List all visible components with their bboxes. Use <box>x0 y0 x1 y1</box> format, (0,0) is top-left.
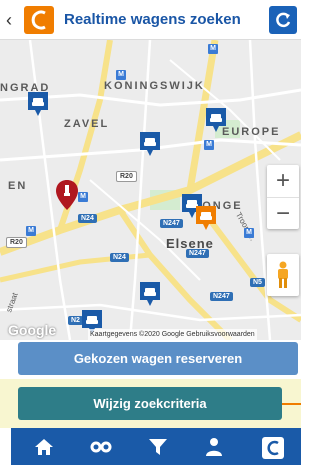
metro-icon: M <box>204 140 214 150</box>
pegman-icon <box>278 261 288 288</box>
logo-icon <box>262 437 284 459</box>
car-marker[interactable] <box>206 108 226 132</box>
zoom-in-button[interactable]: + <box>267 165 299 197</box>
user-icon <box>206 438 222 456</box>
pointer-line <box>282 403 301 405</box>
change-criteria-button[interactable]: Wijzig zoekcriteria <box>18 387 282 420</box>
refresh-icon <box>276 12 291 28</box>
metro-icon: M <box>116 70 126 80</box>
zoom-out-button[interactable]: − <box>267 197 299 229</box>
car-marker[interactable] <box>140 132 160 156</box>
map-view[interactable]: KONINGSWIJK NGRAD ZAVEL EUROPE EN M ONGE… <box>0 40 301 340</box>
filter-icon <box>149 439 167 455</box>
road-shield: R20 <box>6 237 27 248</box>
road-shield: N24 <box>110 253 129 262</box>
header: ‹ Realtime wagens zoeken <box>0 0 301 40</box>
nav-filter[interactable] <box>133 428 183 465</box>
nav-home[interactable] <box>19 428 69 465</box>
metro-icon: M <box>208 44 218 54</box>
map-attribution[interactable]: Kaartgegevens ©2020 Google Gebruiksvoorw… <box>88 329 257 340</box>
road-shield: R20 <box>116 171 137 182</box>
road-shield: N247 <box>210 292 233 301</box>
nav-wheels[interactable] <box>75 428 125 465</box>
map-label-zavel: ZAVEL <box>64 118 110 130</box>
back-button[interactable]: ‹ <box>0 0 58 40</box>
car-marker[interactable] <box>28 92 48 116</box>
location-pin-icon[interactable] <box>56 180 78 210</box>
map-label-europe: EUROPE <box>222 126 281 138</box>
map-label-koningswijk: KONINGSWIJK <box>104 80 205 92</box>
page-title: Realtime wagens zoeken <box>64 11 241 28</box>
reserve-car-button[interactable]: Gekozen wagen reserveren <box>18 342 298 375</box>
wheels-icon <box>90 441 112 453</box>
metro-icon: M <box>244 228 254 238</box>
street-view-button[interactable] <box>267 254 299 296</box>
bottom-nav <box>11 428 301 465</box>
road-shield: N5 <box>250 278 265 287</box>
chevron-left-icon: ‹ <box>6 10 12 30</box>
google-logo: Google <box>8 322 57 338</box>
map-label-en: EN <box>8 180 28 192</box>
car-marker-selected[interactable] <box>196 206 216 230</box>
nav-user[interactable] <box>189 428 239 465</box>
brand-logo-icon <box>24 6 54 34</box>
metro-icon: M <box>26 226 36 236</box>
refresh-button[interactable] <box>269 6 297 34</box>
metro-icon: M <box>78 192 88 202</box>
road-shield: N247 <box>186 249 209 258</box>
road-shield: N2 <box>68 316 83 325</box>
home-icon <box>35 439 53 455</box>
road-shield: N247 <box>160 219 183 228</box>
zoom-control: + − <box>267 165 299 229</box>
road-shield: N24 <box>78 214 97 223</box>
nav-logo[interactable] <box>247 428 297 465</box>
car-marker[interactable] <box>140 282 160 306</box>
